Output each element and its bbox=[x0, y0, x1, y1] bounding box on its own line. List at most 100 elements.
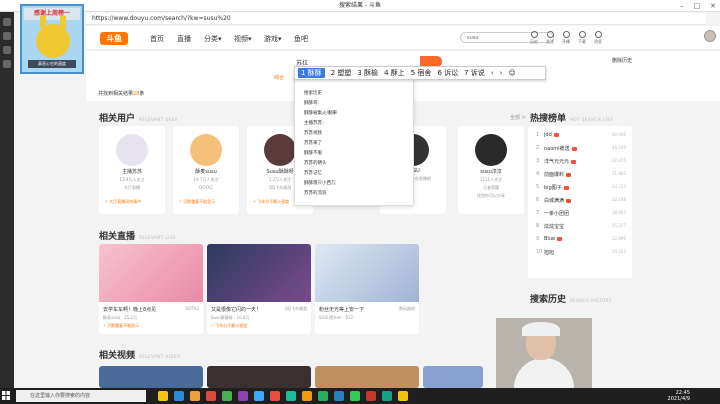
user-card[interactable]: 主播苏苏 13.4万人关注 大厅直播 ⚡ 大厅直播间申请中 bbox=[99, 126, 165, 214]
taskbar-app-icon[interactable] bbox=[318, 391, 328, 401]
taskbar-app-icon[interactable] bbox=[350, 391, 360, 401]
suggestion-item[interactable]: 苏苏视频 bbox=[295, 129, 413, 139]
ime-prev-icon[interactable]: ‹ bbox=[491, 69, 494, 77]
hot-item[interactable]: 8 炫炫宝宝 15,227 bbox=[528, 223, 632, 236]
live-thumbnail bbox=[207, 244, 311, 302]
taskbar-app-icon[interactable] bbox=[174, 391, 184, 401]
hot-item[interactable]: 1 jdd 60,000 bbox=[528, 132, 632, 145]
nav-item-home[interactable]: 首页 bbox=[150, 34, 164, 44]
top-nav: 斗鱼 首页 直播 分类▾ 视频▾ 游戏▾ 鱼吧 susu 历史 关注 开播 下载… bbox=[86, 26, 720, 50]
suggestion-item[interactable]: 酥酥不服 bbox=[295, 149, 413, 159]
pikachu-image bbox=[36, 16, 70, 58]
address-bar[interactable]: https://www.douyu.com/search/?kw=susu%20 bbox=[86, 13, 706, 25]
ime-candidate[interactable]: 4 酥上 bbox=[384, 68, 405, 78]
close-icon[interactable]: ✕ bbox=[710, 0, 716, 12]
users-more-link[interactable]: 全部 > bbox=[510, 114, 526, 121]
minimize-icon[interactable]: – bbox=[680, 0, 684, 12]
window-controls: – □ ✕ bbox=[680, 0, 716, 12]
taskbar-app-icon[interactable] bbox=[302, 391, 312, 401]
suggestion-item[interactable]: 酥酥被集火/翻車 bbox=[295, 109, 413, 119]
ime-candidate[interactable]: 3 酥榆 bbox=[357, 68, 378, 78]
video-thumbnail[interactable] bbox=[207, 366, 311, 388]
taskbar-app-icon[interactable] bbox=[206, 391, 216, 401]
nav-item-live[interactable]: 直播 bbox=[177, 34, 191, 44]
message-icon[interactable]: 消息 bbox=[592, 31, 604, 45]
hot-item[interactable]: 7 一条小团团 18,902 bbox=[528, 210, 632, 223]
nav-item-video[interactable]: 视频▾ bbox=[234, 34, 252, 44]
taskbar-app-icon[interactable] bbox=[366, 391, 376, 401]
user-avatar[interactable] bbox=[704, 30, 716, 42]
ime-candidate[interactable]: 2 塑塑 bbox=[331, 68, 352, 78]
sidebar-icon[interactable] bbox=[3, 32, 11, 40]
live-card[interactable]: 又是很像它闪的一天！ QQ飞车端游 Susu酥酥呀 · 10.4万 ⚡ 飞车分子… bbox=[207, 244, 311, 334]
hot-item[interactable]: 10 旭旭 10,322 bbox=[528, 249, 632, 262]
taskbar-search-input[interactable]: 在这里输入你要搜索的内容 bbox=[16, 390, 146, 402]
tab-all[interactable]: 综合 bbox=[274, 74, 284, 81]
ime-emoji-icon[interactable]: ☺ bbox=[508, 69, 515, 77]
ime-candidate[interactable]: 5 宿舍 bbox=[411, 68, 432, 78]
taskbar-app-icon[interactable] bbox=[222, 391, 232, 401]
taskbar-app-icon[interactable] bbox=[270, 391, 280, 401]
suggestion-item[interactable]: 搜索历史 bbox=[295, 89, 413, 99]
broadcast-icon[interactable]: 开播 bbox=[560, 31, 572, 45]
taskbar-app-icon[interactable] bbox=[334, 391, 344, 401]
suggestion-item[interactable]: 苏苏记忆 bbox=[295, 169, 413, 179]
ime-candidate[interactable]: 7 诉说 bbox=[464, 68, 485, 78]
history-icon[interactable]: 历史 bbox=[528, 31, 540, 45]
live-card[interactable]: 去学车车啊！晚上8点见 DOTA2 酥麦susu · 25.2万 ⚡ 沉默重复不… bbox=[99, 244, 203, 334]
user-card[interactable]: 酥麦susu 19.7万人关注 DOTA2 ⚡ 沉默重复不能显示 bbox=[173, 126, 239, 214]
hot-badge-icon bbox=[566, 198, 572, 203]
hot-search-list: 1 jdd 60,000 2 naomi被送 48,100 3 洋气元元元 32,875 4… bbox=[528, 126, 632, 278]
nav-item-game[interactable]: 游戏▾ bbox=[264, 34, 282, 44]
suggestion-item[interactable]: 酥酥落只小西几 bbox=[295, 179, 413, 189]
hot-item[interactable]: 3 洋气元元元 32,875 bbox=[528, 158, 632, 171]
suggestion-item[interactable]: 苏苏来了 bbox=[295, 139, 413, 149]
taskbar-app-icon[interactable] bbox=[158, 391, 168, 401]
ime-candidate-bar: 1 酥酥 2 塑塑 3 酥榆 4 酥上 5 宿舍 6 诉讼 7 诉说 ‹ › ☺ bbox=[294, 66, 546, 80]
hot-item[interactable]: 4 前面爆料 31,902 bbox=[528, 171, 632, 184]
hot-item[interactable]: 5 big图子 24,313 bbox=[528, 184, 632, 197]
follow-icon[interactable]: 关注 bbox=[544, 31, 556, 45]
hot-badge-icon bbox=[563, 185, 569, 190]
suggestion-item[interactable]: 酥酥哥： bbox=[295, 99, 413, 109]
search-suggestion-dropdown: 搜索历史 酥酥哥： 酥酥被集火/翻車 主播苏苏： 苏苏视频 苏苏来了 酥酥不服 … bbox=[294, 76, 414, 206]
hot-badge-icon bbox=[557, 236, 563, 241]
windows-start-icon[interactable] bbox=[2, 391, 10, 400]
section-title-live: 相关直播 RELEVANT LIVE bbox=[99, 232, 177, 242]
video-thumbnail[interactable] bbox=[315, 366, 419, 388]
delete-history-link[interactable]: 删除历史 bbox=[612, 57, 632, 64]
user-card[interactable]: susu淳淳 1111人关注 王者荣耀 找到你可以分享 bbox=[458, 126, 524, 214]
download-icon[interactable]: 下载 bbox=[576, 31, 588, 45]
hot-badge-icon bbox=[566, 172, 572, 177]
screen: 搜索结果 - 斗鱼 – □ ✕ https://www.douyu.com/se… bbox=[0, 0, 720, 404]
live-card[interactable]: 粉丝无光等上安一下 数码器材 SUSU鱼hon · 912 bbox=[315, 244, 419, 334]
hot-item[interactable]: 9 Blue 12,890 bbox=[528, 236, 632, 249]
ime-next-icon[interactable]: › bbox=[500, 69, 503, 77]
nav-item-yuba[interactable]: 鱼吧 bbox=[294, 34, 308, 44]
hot-item[interactable]: 6 白城满满 22,108 bbox=[528, 197, 632, 210]
add-icon[interactable] bbox=[3, 60, 11, 68]
taskbar-app-icon[interactable] bbox=[382, 391, 392, 401]
maximize-icon[interactable]: □ bbox=[694, 0, 701, 12]
video-thumbnail[interactable] bbox=[99, 366, 203, 388]
hot-item[interactable]: 2 naomi被送 48,100 bbox=[528, 145, 632, 158]
suggestion-item[interactable]: 苏苏的流浪 bbox=[295, 189, 413, 199]
webcam-overlay bbox=[496, 318, 592, 388]
suggestion-item[interactable]: 苏苏的朝头 bbox=[295, 159, 413, 169]
douyu-logo[interactable]: 斗鱼 bbox=[100, 32, 128, 45]
suggestion-item[interactable]: 主播苏苏： bbox=[295, 119, 413, 129]
taskbar-app-icon[interactable] bbox=[238, 391, 248, 401]
taskbar-app-icon[interactable] bbox=[190, 391, 200, 401]
avatar bbox=[475, 134, 507, 166]
sidebar-icon[interactable] bbox=[3, 18, 11, 26]
taskbar-app-icon[interactable] bbox=[286, 391, 296, 401]
ime-candidate[interactable]: 1 酥酥 bbox=[298, 68, 325, 78]
window-title: 搜索结果 - 斗鱼 bbox=[339, 2, 381, 9]
taskbar-app-icon[interactable] bbox=[398, 391, 408, 401]
taskbar-app-icon[interactable] bbox=[254, 391, 264, 401]
system-clock[interactable]: 22:45 2021/4/9 bbox=[668, 390, 690, 402]
video-thumbnail[interactable] bbox=[423, 366, 483, 388]
ime-candidate[interactable]: 6 诉讼 bbox=[437, 68, 458, 78]
nav-item-category[interactable]: 分类▾ bbox=[204, 34, 222, 44]
sidebar-icon[interactable] bbox=[3, 46, 11, 54]
